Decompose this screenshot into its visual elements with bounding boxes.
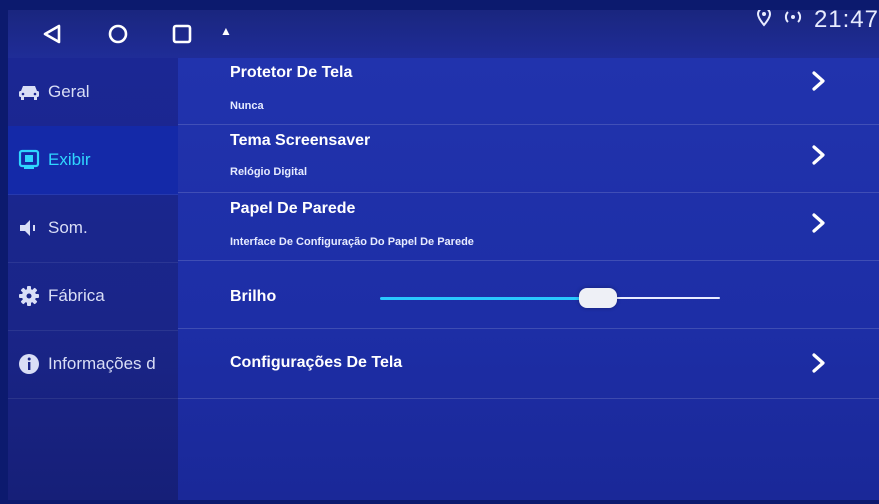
sidebar-item-informacoes[interactable]: Informações d [8,330,178,399]
brightness-slider[interactable] [380,288,720,308]
status-right: 21:47 [756,10,879,34]
recent-apps-icon[interactable] [166,18,198,50]
setting-title: Tema Screensaver [230,132,371,149]
slider-track-active [380,297,598,300]
alert-icon: ▲ [220,24,232,38]
sidebar-item-exibir[interactable]: Exibir [8,126,178,195]
sidebar-item-label: Geral [48,82,90,101]
setting-brightness: Brilho [178,260,879,329]
setting-value: Relógio Digital [230,166,307,178]
clock: 21:47 [813,10,879,33]
chevron-right-icon [812,213,825,233]
setting-title: Protetor De Tela [230,64,353,81]
sidebar-item-fabrica[interactable]: Fábrica [8,262,178,331]
location-icon [756,10,772,34]
speaker-icon [18,217,40,239]
sidebar-item-label: Informações d [48,354,156,373]
setting-screensaver-theme[interactable]: Tema Screensaver Relógio Digital [178,124,879,193]
setting-screensaver[interactable]: Protetor De Tela Nunca [178,58,879,125]
sidebar-item-som[interactable]: Som. [8,194,178,263]
sidebar-item-label: Fábrica [48,286,105,305]
sidebar-item-label: Exibir [48,150,91,169]
gear-icon [18,285,40,307]
sidebar-item-label: Som. [48,218,88,237]
hotspot-icon [782,10,804,34]
setting-title: Brilho [230,288,277,305]
slider-thumb[interactable] [578,288,617,308]
head-unit-screen: ▲ 21:47 Geral Exibir Som. Fábrica Inform… [8,10,879,500]
sidebar-item-geral[interactable]: Geral [8,58,178,127]
car-icon [18,81,40,103]
setting-wallpaper[interactable]: Papel De Parede Interface De Configuraçã… [178,192,879,261]
setting-display-settings[interactable]: Configurações De Tela [178,328,879,399]
info-icon [18,353,40,375]
chevron-right-icon [812,353,825,373]
display-icon [18,149,40,171]
sidebar: Geral Exibir Som. Fábrica Informações d [8,58,178,500]
setting-value: Interface De Configuração Do Papel De Pa… [230,236,474,248]
back-icon[interactable] [36,18,68,50]
setting-title: Papel De Parede [230,200,356,217]
settings-panel: Protetor De Tela Nunca Tema Screensaver … [178,58,879,500]
status-bar: ▲ 21:47 [8,10,879,58]
chevron-right-icon [812,71,825,91]
setting-title: Configurações De Tela [230,354,403,371]
chevron-right-icon [812,145,825,165]
setting-value: Nunca [230,100,264,112]
home-icon[interactable] [102,18,134,50]
